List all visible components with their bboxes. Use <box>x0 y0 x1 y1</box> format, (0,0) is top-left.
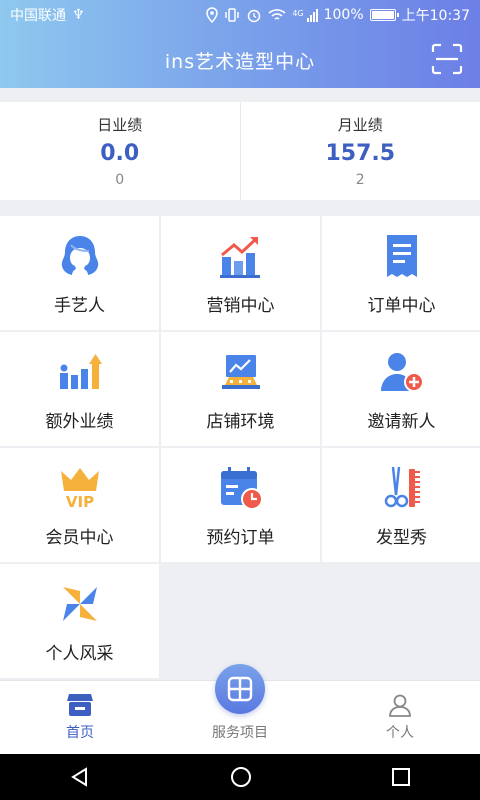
extra-performance-icon <box>59 353 102 389</box>
menu-item-personal-style[interactable]: 个人风采 <box>0 564 159 678</box>
menu-item-extra-performance[interactable]: 额外业绩 <box>0 332 159 446</box>
stat-count: 2 <box>355 172 365 188</box>
menu-item-orders[interactable]: 订单中心 <box>322 216 480 330</box>
grid-icon <box>227 676 253 702</box>
menu-item-label: 发型秀 <box>376 527 427 548</box>
stat-label: 月业绩 <box>337 116 383 134</box>
feature-grid: 手艺人 营销中心 订单中心 额外业绩 店铺环境 邀请新人 VIP 会员中心 预约… <box>0 216 480 678</box>
menu-item-marketing[interactable]: 营销中心 <box>161 216 320 330</box>
stat-value: 157.5 <box>325 141 396 166</box>
menu-item-vip[interactable]: VIP 会员中心 <box>0 448 159 562</box>
status-bar: 中国联通 ♆ 4G 100% 上午10:37 <box>0 0 480 30</box>
vip-crown-icon: VIP <box>60 467 99 511</box>
scissors-comb-icon <box>384 466 420 507</box>
signal-type-label: 4G <box>292 8 304 18</box>
daily-performance[interactable]: 日业绩 0.0 0 <box>0 102 240 200</box>
location-icon <box>206 7 219 23</box>
tab-home[interactable]: 首页 <box>0 681 160 754</box>
performance-summary: 日业绩 0.0 0 月业绩 157.5 2 <box>0 102 480 200</box>
menu-item-label: 店铺环境 <box>206 411 275 432</box>
menu-item-hairstyle-show[interactable]: 发型秀 <box>322 448 480 562</box>
usb-icon: ♆ <box>72 7 85 23</box>
recents-icon[interactable] <box>391 767 411 787</box>
tab-label: 首页 <box>66 725 94 741</box>
calendar-clock-icon <box>220 466 263 510</box>
tab-label: 个人 <box>386 725 414 741</box>
services-center-button[interactable] <box>215 664 265 714</box>
order-receipt-icon <box>386 234 417 277</box>
menu-item-label: 手艺人 <box>54 295 105 316</box>
menu-item-stylist[interactable]: 手艺人 <box>0 216 159 330</box>
cell-signal-icon: 4G <box>292 8 318 22</box>
person-icon <box>389 694 411 717</box>
menu-item-label: 个人风采 <box>45 643 114 664</box>
page-title: ins艺术造型中心 <box>164 50 316 73</box>
tab-profile[interactable]: 个人 <box>320 681 480 754</box>
back-icon[interactable] <box>69 766 91 788</box>
stat-value: 0.0 <box>100 141 140 166</box>
battery-percent: 100% <box>323 7 364 23</box>
home-store-icon <box>67 694 93 716</box>
menu-item-label: 会员中心 <box>45 527 114 548</box>
menu-item-invite[interactable]: 邀请新人 <box>322 332 480 446</box>
carrier-label: 中国联通 <box>10 8 66 24</box>
menu-item-store-environment[interactable]: 店铺环境 <box>161 332 320 446</box>
stat-label: 日业绩 <box>97 116 143 134</box>
battery-icon <box>369 9 399 21</box>
pinwheel-icon <box>62 586 97 621</box>
alarm-icon <box>248 9 261 23</box>
vibrate-icon <box>225 8 240 22</box>
menu-item-label: 预约订单 <box>206 527 275 548</box>
stat-count: 0 <box>115 172 125 188</box>
home-icon[interactable] <box>230 766 252 788</box>
menu-item-label: 额外业绩 <box>45 411 114 432</box>
invite-user-icon <box>380 352 424 392</box>
scan-icon[interactable] <box>430 42 464 76</box>
menu-item-label: 邀请新人 <box>367 411 436 432</box>
menu-item-appointments[interactable]: 预约订单 <box>161 448 320 562</box>
system-nav-bar <box>0 754 480 800</box>
menu-item-label: 订单中心 <box>367 295 436 316</box>
app-header: 中国联通 ♆ 4G 100% 上午10:37 ins艺术造型中心 <box>0 0 480 88</box>
menu-item-label: 营销中心 <box>206 295 275 316</box>
monthly-performance[interactable]: 月业绩 157.5 2 <box>239 102 480 200</box>
svg-text:VIP: VIP <box>65 493 93 511</box>
stylist-icon <box>61 235 98 275</box>
wifi-icon <box>268 9 286 20</box>
marketing-chart-icon <box>219 236 260 278</box>
store-environment-icon <box>221 354 260 389</box>
tab-label: 服务项目 <box>212 725 268 741</box>
clock: 上午10:37 <box>401 8 470 24</box>
